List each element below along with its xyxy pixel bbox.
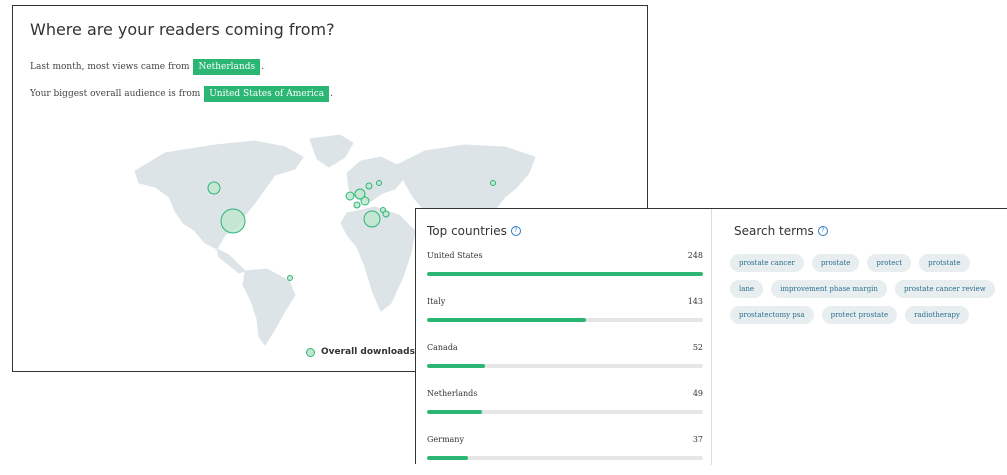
search-term-tag[interactable]: prostate cancer review [894,280,995,298]
last-month-suffix: . [261,62,264,72]
search-term-tag[interactable]: improvement phase margin [771,280,887,298]
country-bar-fill [427,318,587,322]
legend-label: Overall downloads [321,347,415,357]
help-circle-icon[interactable]: ? [510,226,521,236]
bubble-scandinavia [365,182,373,190]
overall-audience-suffix: . [330,89,334,99]
country-bar-track [427,456,703,460]
search-term-tag[interactable]: prostatectomy psa [730,306,814,324]
bubble-russia [490,180,496,186]
country-bar-track [427,364,703,368]
country-name: Netherlands [427,389,478,398]
search-term-tag[interactable]: radiotherapy [905,306,969,324]
last-month-prefix: Last month, most views came from [30,62,190,72]
country-count: 143 [687,297,703,306]
country-bar-fill [427,456,469,460]
landmass-greenland [309,134,354,168]
search-term-tag[interactable]: protect [867,254,912,272]
bubble-eastern-europe [376,180,382,186]
country-name: Italy [427,297,446,306]
search-term-tag[interactable]: protect prostate [821,306,898,324]
country-name: United States [427,251,483,260]
map-legend: Overall downloads [306,347,415,357]
bubble-italy [363,210,381,228]
landmass-south-america [242,268,296,346]
last-month-country-badge: Netherlands [193,59,261,75]
bubble-south-america [287,275,293,281]
country-name: Germany [427,435,464,444]
overall-audience-sentence: Your biggest overall audience is from Un… [30,86,333,102]
search-term-tag[interactable]: prostate cancer [730,254,804,272]
search-term-tag[interactable]: protstate [919,254,970,272]
bubble-uk [345,191,355,201]
country-bar-fill [427,272,703,276]
country-row: United States 248 [427,251,703,291]
country-bar-track [427,272,703,276]
search-term-tag[interactable]: lane [730,280,764,298]
bubble-germany [360,196,370,206]
bubble-united-states [220,208,246,234]
top-countries-panel: Top countries ? United States 248 Italy 143… [416,209,712,465]
help-circle-icon[interactable]: ? [817,226,828,236]
country-row: Italy 143 [427,297,703,337]
overall-audience-country-badge: United States of America [204,86,330,102]
bubble-canada [207,181,221,195]
bubble-greece [382,210,390,218]
country-name: Canada [427,343,458,352]
search-terms-panel: Search terms ? prostate cancer prostate pr… [712,209,1007,465]
country-row: Netherlands 49 [427,389,703,429]
country-bar-track [427,318,703,322]
readers-title: Where are your readers coming from? [30,20,335,39]
top-countries-title: Top countries [427,224,507,238]
country-count: 49 [692,389,703,398]
search-terms-heading: Search terms ? [734,224,828,238]
top-countries-heading: Top countries ? [427,224,521,238]
country-count: 52 [692,343,703,352]
country-count: 37 [692,435,703,444]
overall-audience-prefix: Your biggest overall audience is from [30,89,201,99]
landmass-central-america [216,248,246,274]
country-bar-fill [427,364,485,368]
search-terms-title: Search terms [734,224,814,238]
country-count: 248 [687,251,703,260]
search-term-tags: prostate cancer prostate protect protstate l… [730,254,1000,324]
country-bar-fill [427,410,482,414]
bubble-france [353,201,361,209]
country-row: Germany 37 [427,435,703,475]
stats-card: Top countries ? United States 248 Italy 143… [415,208,1007,465]
last-month-sentence: Last month, most views came from Netherl… [30,59,264,75]
search-term-tag[interactable]: prostate [811,254,860,272]
legend-bubble-icon [306,347,315,357]
landmass-north-america [134,140,304,250]
country-bar-track [427,410,703,414]
country-row: Canada 52 [427,343,703,383]
